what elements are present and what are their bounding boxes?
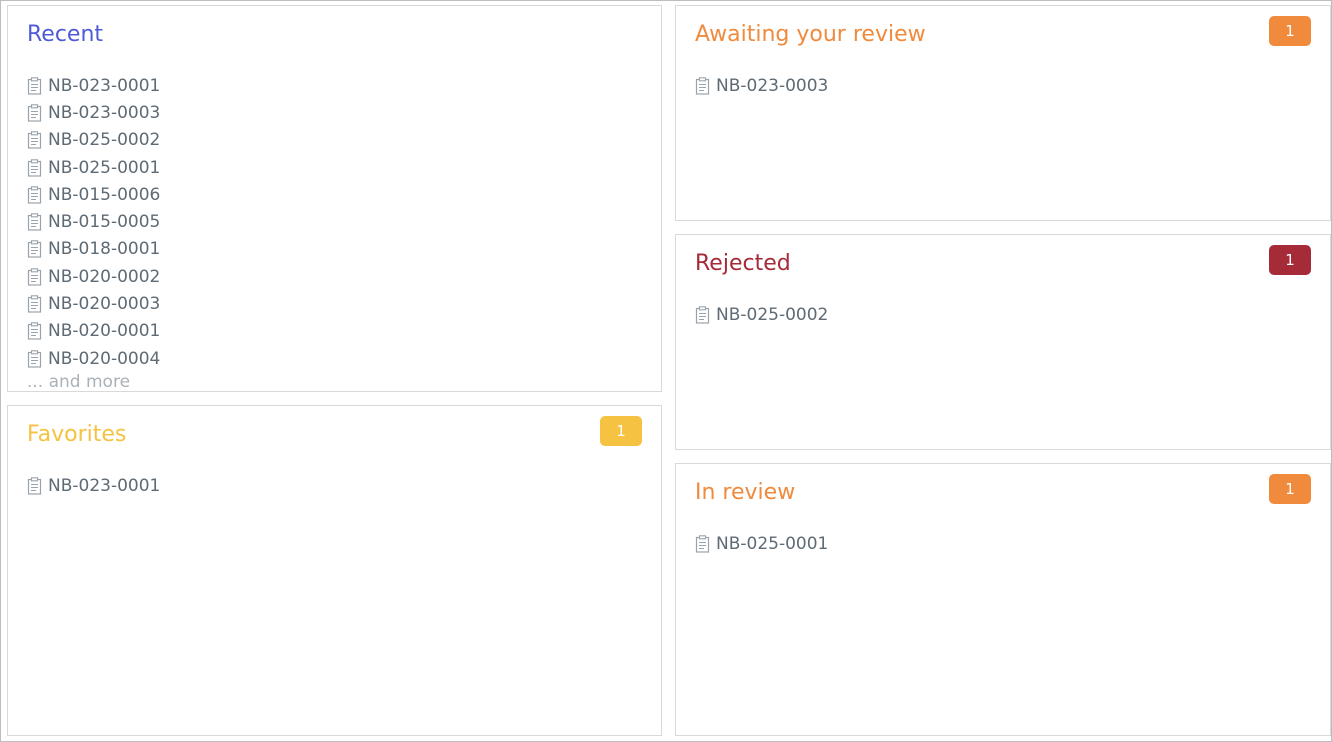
rejected-title: Rejected [695, 251, 791, 276]
notebook-list-item[interactable]: NB-025-0002 [27, 127, 642, 154]
notebook-list-item[interactable]: NB-020-0004 [27, 345, 642, 372]
notebook-label: NB-018-0001 [48, 239, 161, 260]
favorites-title: Favorites [27, 422, 127, 447]
notebook-list-item[interactable]: NB-025-0002 [695, 301, 1311, 328]
notebook-label: NB-025-0002 [48, 130, 161, 151]
notebook-label: NB-023-0003 [716, 75, 829, 96]
notebook-label: NB-025-0001 [48, 157, 161, 178]
notebook-list-item[interactable]: NB-023-0001 [27, 472, 642, 499]
rejected-list: NB-025-0002 [695, 301, 1311, 328]
notebook-icon [695, 76, 710, 95]
notebook-icon [27, 213, 42, 231]
awaiting-review-title: Awaiting your review [695, 22, 926, 47]
notebook-label: NB-023-0001 [48, 75, 161, 96]
awaiting-review-panel: Awaiting your review 1 NB-023-0003 [675, 5, 1331, 221]
recent-panel: Recent NB-023-0001 NB-023-0003 NB-025-0002… [7, 5, 662, 392]
in-review-title: In review [695, 480, 796, 505]
favorites-list: NB-023-0001 [27, 472, 642, 499]
in-review-count-badge: 1 [1269, 474, 1311, 504]
notebook-list-item[interactable]: NB-020-0001 [27, 318, 642, 345]
notebook-icon [695, 305, 710, 324]
notebook-label: NB-020-0003 [48, 294, 161, 315]
notebook-label: NB-015-0006 [48, 184, 161, 205]
notebook-list-item[interactable]: NB-023-0003 [695, 72, 1311, 99]
notebook-label: NB-020-0002 [48, 266, 161, 287]
recent-list: NB-023-0001 NB-023-0003 NB-025-0002 NB-025-… [27, 72, 642, 372]
notebook-label: NB-020-0001 [48, 321, 161, 342]
recent-title: Recent [27, 22, 104, 47]
notebook-label: NB-023-0001 [48, 475, 161, 496]
notebook-label: NB-023-0003 [48, 102, 161, 123]
notebook-list-item[interactable]: NB-023-0001 [27, 72, 642, 99]
notebook-list-item[interactable]: NB-015-0006 [27, 181, 642, 208]
notebook-icon [27, 131, 42, 149]
awaiting-review-list: NB-023-0003 [695, 72, 1311, 99]
in-review-list: NB-025-0001 [695, 530, 1311, 557]
rejected-panel: Rejected 1 NB-025-0002 [675, 234, 1331, 450]
notebook-icon [27, 76, 42, 95]
notebook-list-item[interactable]: NB-015-0005 [27, 208, 642, 235]
notebook-list-item[interactable]: NB-025-0001 [695, 530, 1311, 557]
notebook-icon [27, 295, 42, 313]
notebook-list-item[interactable]: NB-018-0001 [27, 236, 642, 263]
notebook-list-item[interactable]: NB-020-0002 [27, 263, 642, 290]
notebook-label: NB-015-0005 [48, 212, 161, 233]
notebook-icon [27, 186, 42, 204]
notebook-list-item[interactable]: NB-023-0003 [27, 99, 642, 126]
notebook-label: NB-020-0004 [48, 348, 161, 369]
notebook-label: NB-025-0002 [716, 304, 829, 325]
notebook-icon [27, 158, 42, 177]
favorites-count-badge: 1 [600, 416, 642, 446]
dashboard: Recent NB-023-0001 NB-023-0003 NB-025-0002… [0, 0, 1332, 742]
notebook-list-item[interactable]: NB-020-0003 [27, 290, 642, 317]
awaiting-review-count-badge: 1 [1269, 16, 1311, 46]
notebook-icon [27, 104, 42, 122]
notebook-list-item[interactable]: NB-025-0001 [27, 154, 642, 181]
notebook-icon [27, 240, 42, 259]
notebook-icon [695, 534, 710, 553]
rejected-count-badge: 1 [1269, 245, 1311, 275]
in-review-panel: In review 1 NB-025-0001 [675, 463, 1331, 736]
notebook-label: NB-025-0001 [716, 533, 829, 554]
notebook-icon [27, 322, 42, 340]
notebook-icon [27, 349, 42, 368]
recent-and-more-link[interactable]: ... and more [27, 372, 130, 391]
notebook-icon [27, 267, 42, 286]
favorites-panel: Favorites 1 NB-023-0001 [7, 405, 662, 736]
notebook-icon [27, 476, 42, 495]
